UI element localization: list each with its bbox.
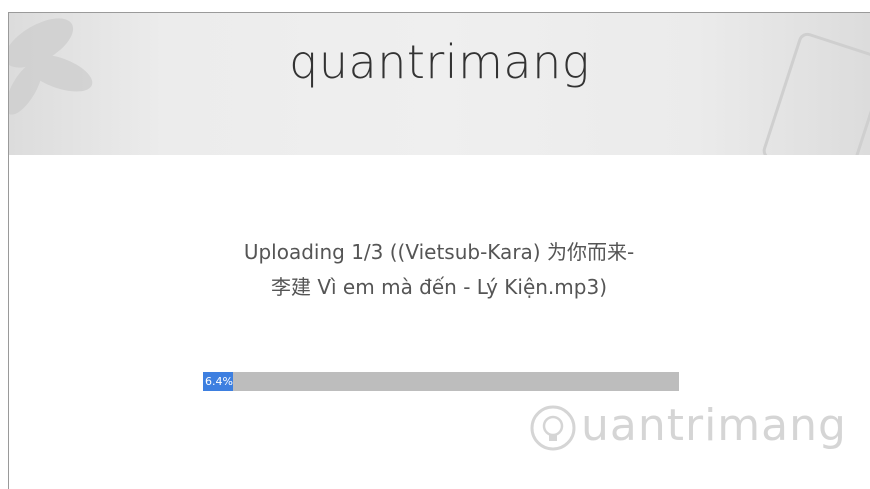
upload-progress-label: 6.4% xyxy=(205,375,233,388)
upload-status-line-1: Uploading 1/3 ((Vietsub-Kara) 为你而来- xyxy=(243,240,635,264)
site-title: quantrimang xyxy=(289,35,590,89)
upload-status-text: Uploading 1/3 ((Vietsub-Kara) 为你而来- 李建 V… xyxy=(169,235,709,305)
header-banner: quantrimang xyxy=(9,13,870,155)
upload-progress-bar: 6.4% xyxy=(203,372,679,391)
watermark-text: uantrimang xyxy=(581,400,847,451)
watermark-logo: uantrimang xyxy=(529,396,849,456)
lightbulb-icon xyxy=(530,405,576,451)
upload-status-line-2: 李建 Vì em mà đến - Lý Kiện.mp3) xyxy=(270,275,607,299)
upload-page: quantrimang Uploading 1/3 ((Vietsub-Kara… xyxy=(8,12,870,489)
